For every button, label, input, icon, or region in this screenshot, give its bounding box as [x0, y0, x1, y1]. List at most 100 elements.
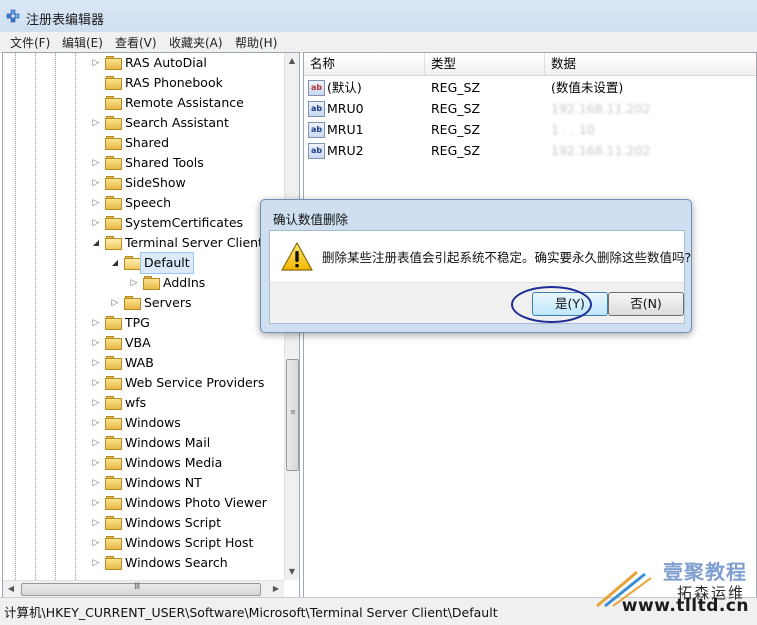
no-button[interactable]: 否(N)	[608, 292, 684, 316]
scroll-left-arrow-icon[interactable]: ◀	[3, 581, 19, 597]
expand-arrow-icon[interactable]: ▷	[91, 413, 101, 433]
tree-vscroll-thumb[interactable]: ≡	[286, 359, 299, 471]
column-header-name[interactable]: 名称	[304, 53, 425, 75]
tree-item-label: Shared	[125, 135, 170, 150]
tree-item-label: Windows Photo Viewer	[125, 495, 267, 510]
folder-body	[124, 258, 141, 270]
registry-key-tree[interactable]: ▷ RAS AutoDial RAS Phonebook Remote Assista…	[2, 52, 300, 598]
column-header-data[interactable]: 数据	[545, 53, 756, 75]
expand-arrow-icon[interactable]: ▷	[91, 473, 101, 493]
list-item[interactable]: ab (默认) REG_SZ (数值未设置)	[304, 77, 756, 98]
folder-body	[105, 418, 122, 430]
expand-arrow-icon[interactable]: ▷	[91, 453, 101, 473]
scroll-right-arrow-icon[interactable]: ▶	[268, 581, 284, 597]
tree-item[interactable]: ▷ SideShow	[91, 173, 283, 193]
tree-item[interactable]: ▷ Shared Tools	[91, 153, 283, 173]
scroll-down-arrow-icon[interactable]: ▼	[285, 564, 299, 580]
grip-icon: Ⅲ	[134, 582, 141, 592]
menu-file[interactable]: 文件(F)	[10, 34, 50, 51]
tree-item[interactable]: ▷ Search Assistant	[91, 113, 283, 133]
tree-item[interactable]: RAS Phonebook	[91, 73, 283, 93]
expand-arrow-icon[interactable]: ▷	[91, 553, 101, 573]
tree-guide-line	[55, 53, 56, 580]
open-folder-icon	[124, 256, 141, 270]
value-type: REG_SZ	[431, 122, 481, 137]
value-data: (数值未设置)	[551, 80, 624, 95]
tree-item[interactable]: ▷ TPG	[91, 313, 283, 333]
expand-arrow-icon[interactable]: ▷	[91, 493, 101, 513]
folder-icon	[105, 556, 122, 570]
column-header-type[interactable]: 类型	[425, 53, 545, 75]
tree-item-label: Windows	[125, 415, 181, 430]
expand-arrow-icon[interactable]: ▷	[91, 533, 101, 553]
tree-item-label: Speech	[125, 195, 172, 210]
expand-arrow-icon[interactable]: ▷	[91, 513, 101, 533]
folder-body	[105, 158, 122, 170]
tree-horizontal-scrollbar[interactable]: ◀ Ⅲ ▶	[3, 580, 284, 597]
tree-item-label: Windows Mail	[125, 435, 211, 450]
expand-arrow-icon[interactable]: ▷	[91, 313, 101, 333]
tree-item[interactable]: ▷ Speech	[91, 193, 283, 213]
menu-favorites[interactable]: 收藏夹(A)	[169, 34, 223, 51]
menu-bar: 文件(F) 编辑(E) 查看(V) 收藏夹(A) 帮助(H)	[0, 32, 757, 53]
menu-edit[interactable]: 编辑(E)	[62, 34, 103, 51]
tree-item[interactable]: ◢ Terminal Server Client	[91, 233, 283, 253]
tree-item[interactable]: ▷ VBA	[91, 333, 283, 353]
tree-item[interactable]: ▷ Servers	[110, 293, 283, 313]
tree-item[interactable]: ▷ WAB	[91, 353, 283, 373]
tree-item-label: Windows Script	[125, 515, 222, 530]
menu-help[interactable]: 帮助(H)	[235, 34, 277, 51]
list-item[interactable]: ab MRU2 REG_SZ 192.168.11.202	[304, 140, 756, 161]
tree-item[interactable]: Shared	[91, 133, 283, 153]
tree-item[interactable]: ▷ Windows Script	[91, 513, 283, 533]
list-item[interactable]: ab MRU1 REG_SZ 1 . . 10	[304, 119, 756, 140]
expand-arrow-icon[interactable]: ▷	[91, 193, 101, 213]
expand-arrow-icon[interactable]: ▷	[91, 433, 101, 453]
folder-body	[105, 358, 122, 370]
site-watermark: 壹聚教程 拓森运维 www.tlltd.cn	[593, 554, 753, 618]
tree-item[interactable]: ◢ Default	[110, 252, 283, 274]
expand-arrow-icon[interactable]: ▷	[91, 113, 101, 133]
tree-item[interactable]: ▷ Windows Media	[91, 453, 283, 473]
collapse-arrow-icon[interactable]: ◢	[91, 233, 101, 253]
folder-body	[105, 538, 122, 550]
folder-body	[105, 178, 122, 190]
list-item[interactable]: ab MRU0 REG_SZ 192.168.11.202	[304, 98, 756, 119]
expand-arrow-icon[interactable]: ▷	[91, 393, 101, 413]
regedit-app-icon	[6, 9, 20, 23]
tree-item[interactable]: ▷ Windows	[91, 413, 283, 433]
tree-item[interactable]: ▷ Windows Mail	[91, 433, 283, 453]
tree-item[interactable]: ▷ Web Service Providers	[91, 373, 283, 393]
scroll-up-arrow-icon[interactable]: ▲	[285, 53, 299, 69]
expand-arrow-icon[interactable]: ▷	[110, 293, 120, 313]
expand-arrow-icon[interactable]: ▷	[91, 213, 101, 233]
tree-item[interactable]: ▷ Windows Photo Viewer	[91, 493, 283, 513]
expand-arrow-icon[interactable]: ▷	[91, 153, 101, 173]
menu-view[interactable]: 查看(V)	[115, 34, 157, 51]
tree-item[interactable]: ▷ SystemCertificates	[91, 213, 283, 233]
tree-item-label: Terminal Server Client	[125, 235, 263, 250]
list-header: 名称 类型 数据	[304, 53, 756, 76]
tree-item[interactable]: ▷ RAS AutoDial	[91, 53, 283, 73]
folder-body	[105, 198, 122, 210]
tree-item[interactable]: ▷ wfs	[91, 393, 283, 413]
folder-icon	[105, 116, 122, 130]
expand-arrow-icon[interactable]: ▷	[91, 173, 101, 193]
expand-arrow-icon[interactable]: ▷	[129, 273, 139, 293]
collapse-arrow-icon[interactable]: ◢	[110, 253, 120, 273]
expand-arrow-icon[interactable]: ▷	[91, 373, 101, 393]
folder-icon	[105, 136, 122, 150]
tree-hscroll-thumb[interactable]: Ⅲ	[21, 582, 261, 596]
folder-icon	[105, 216, 122, 230]
expand-arrow-icon[interactable]: ▷	[91, 353, 101, 373]
current-key-path: 计算机\HKEY_CURRENT_USER\Software\Microsoft…	[4, 605, 498, 620]
tree-item[interactable]: Remote Assistance	[91, 93, 283, 113]
tree-item-label: Web Service Providers	[125, 375, 265, 390]
folder-body	[105, 478, 122, 490]
tree-item[interactable]: ▷ Windows Search	[91, 553, 283, 573]
folder-body	[105, 238, 122, 250]
expand-arrow-icon[interactable]: ▷	[91, 53, 101, 73]
expand-arrow-icon[interactable]: ▷	[91, 333, 101, 353]
tree-item[interactable]: ▷ Windows NT	[91, 473, 283, 493]
tree-item[interactable]: ▷ Windows Script Host	[91, 533, 283, 553]
